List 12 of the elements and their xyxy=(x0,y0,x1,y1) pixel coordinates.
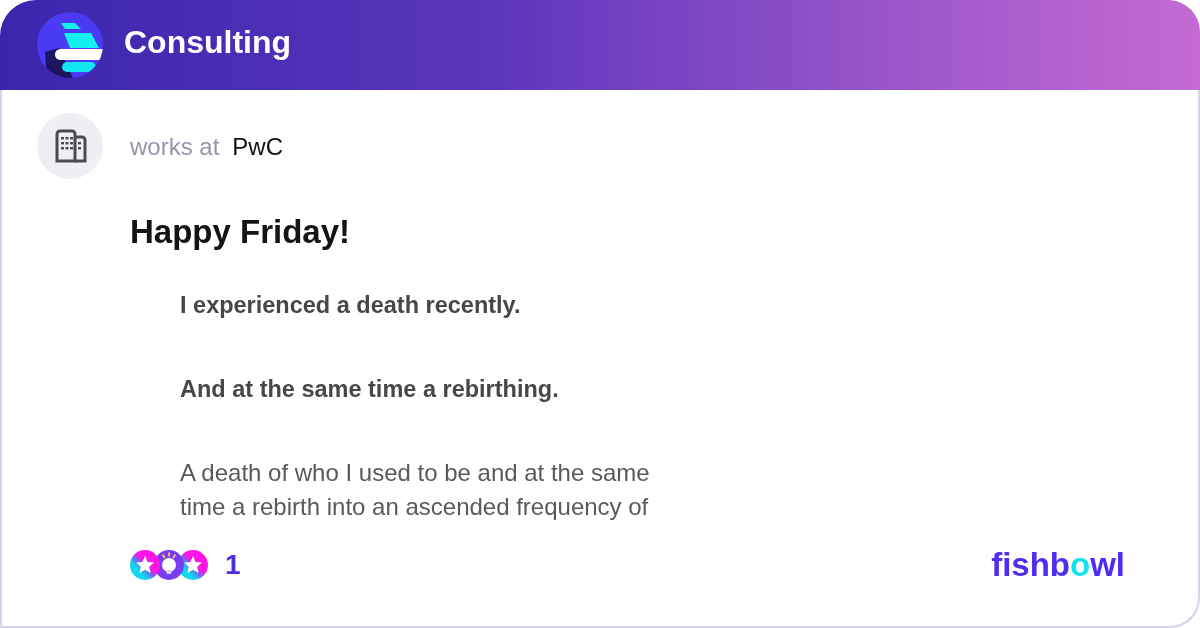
lightbulb-icon xyxy=(154,550,184,580)
post-title: Happy Friday! xyxy=(130,212,351,252)
reaction-count: 1 xyxy=(225,548,241,582)
screenshot-paragraph: A death of who I used to be and at the same time a rebirth into an ascended frequency of xyxy=(180,458,650,522)
building-icon xyxy=(37,113,103,179)
company-name: PwC xyxy=(232,132,284,162)
brand-logo[interactable]: fishbowl xyxy=(991,547,1125,583)
logo-icon xyxy=(37,12,103,78)
screenshot-paragraph: I experienced a death recently. xyxy=(180,291,522,320)
screenshot-paragraph: And at the same time a rebirthing. xyxy=(180,375,560,404)
author-label: works at xyxy=(130,132,220,162)
community-title: Consulting xyxy=(124,23,292,62)
